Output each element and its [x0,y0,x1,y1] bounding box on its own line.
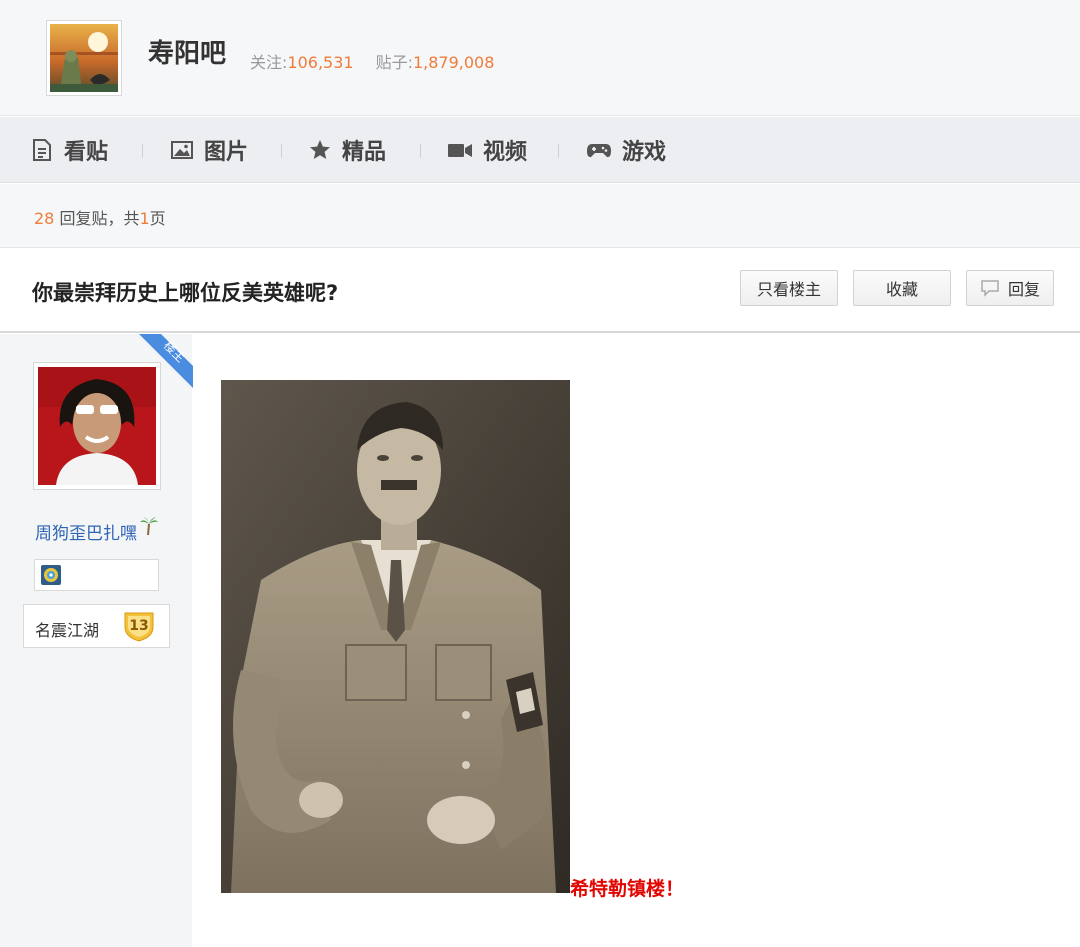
follow-count: 106,531 [287,53,354,72]
reply-summary: 28 回复贴，共1页 [0,184,1080,248]
only-op-button[interactable]: 只看楼主 [740,270,838,306]
nav-divider [558,144,559,158]
nav-divider [142,144,143,158]
nav-item-label: 视频 [483,140,528,165]
nav-item-label: 看贴 [64,140,109,165]
member-badge-box [34,559,159,591]
favorite-button-label: 收藏 [885,280,918,299]
reply-count: 28 [34,209,55,228]
avatar-image [38,367,156,485]
page-count[interactable]: 1 [139,209,149,228]
posts-count: 1,879,008 [412,53,495,72]
palm-tree-icon [140,517,158,536]
favorite-button[interactable]: 收藏 [853,270,951,306]
star-icon [310,140,330,159]
author-name[interactable]: 周狗歪巴扎嘿 [35,519,137,544]
page-label: 页 [149,209,166,228]
document-icon [33,139,51,161]
nav-divider [281,144,282,158]
forum-stats: 关注:106,531 贴子:1,879,008 [250,49,494,73]
post-image[interactable] [221,380,570,893]
posts-label: 贴子: [375,53,413,72]
comment-icon [981,280,999,297]
level-badge-icon: 13 [124,612,154,642]
nav-item-featured[interactable]: 精品 [308,135,386,165]
author-avatar[interactable] [33,362,161,490]
nav-item-images[interactable]: 图片 [170,135,248,165]
member-badge-icon[interactable] [41,565,61,585]
only-op-button-label: 只看楼主 [756,280,821,299]
forum-name[interactable]: 寿阳吧 [148,33,226,70]
forum-header: 寿阳吧 关注:106,531 贴子:1,879,008 [0,0,1080,116]
nav-item-video[interactable]: 视频 [447,135,527,165]
gamepad-icon [587,144,611,158]
forum-nav: 看贴 图片 精品 视频 游戏 [0,117,1080,183]
nav-item-label: 精品 [342,140,387,165]
thread-title: 你最崇拜历史上哪位反美英雄呢? [32,281,339,305]
follow-label: 关注: [250,53,288,72]
forum-logo-image [50,24,118,92]
thread-title-bar: 你最崇拜历史上哪位反美英雄呢? 只看楼主 收藏 回复 [0,249,1080,333]
reply-label: 回复贴，共 [54,209,140,228]
forum-logo[interactable] [46,20,122,96]
level-name: 名震江湖 [35,621,100,640]
level-box: 名震江湖 13 [23,604,170,648]
nav-item-label: 图片 [204,140,249,165]
post-caption: 希特勒镇楼！ [570,878,685,900]
nav-item-posts[interactable]: 看贴 [30,135,108,165]
image-icon [171,141,193,159]
video-camera-icon [448,144,472,157]
nav-divider [420,144,421,158]
reply-button-label: 回复 [1007,280,1040,299]
nav-item-games[interactable]: 游戏 [586,135,666,165]
nav-item-label: 游戏 [622,140,667,165]
reply-button[interactable]: 回复 [966,270,1054,306]
level-number: 13 [129,618,148,634]
